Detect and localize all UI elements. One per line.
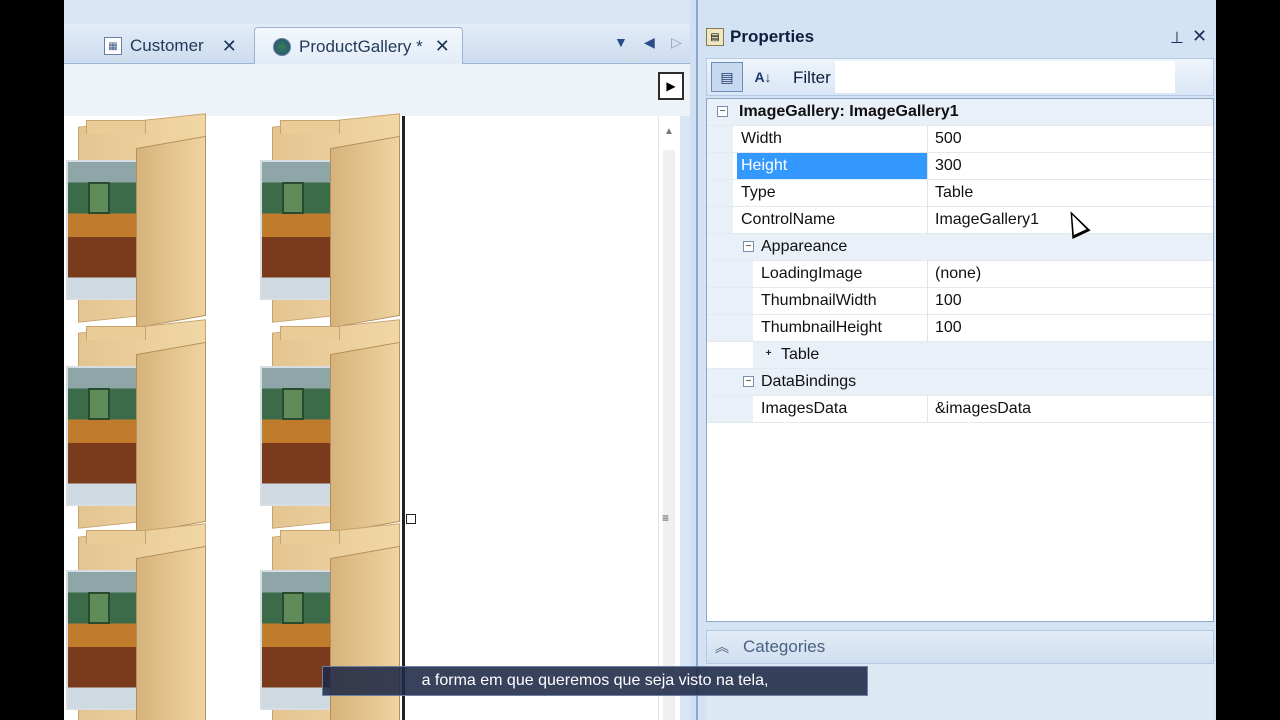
property-value[interactable]: (none) <box>935 265 981 283</box>
object-header-label: ImageGallery: ImageGallery1 <box>739 103 959 120</box>
property-name: Type <box>741 184 776 201</box>
properties-toolbar: ▤ A↓ Filter <box>706 58 1214 96</box>
form-editor: ▦ Customer ✕ ProductGallery * ✕ ▼ ◀ ▷ ▶ <box>64 0 690 720</box>
tab-label: Customer <box>130 36 204 55</box>
panel-title: Properties <box>730 27 815 46</box>
category-label: Appareance <box>761 238 848 255</box>
property-grid: − ImageGallery: ImageGallery1 Width 500 … <box>706 98 1214 622</box>
property-value[interactable]: 300 <box>935 157 962 175</box>
tab-scroll-left-icon[interactable]: ◀ <box>644 34 655 51</box>
property-row-width[interactable]: Width 500 <box>707 126 1213 153</box>
categorized-view-button[interactable]: ▤ <box>711 62 743 92</box>
subtitle-caption: a forma em que queremos que seja visto n… <box>322 666 868 696</box>
close-icon[interactable]: ✕ <box>435 36 450 57</box>
property-row-imagesdata[interactable]: ImagesData &imagesData <box>707 396 1213 423</box>
image-gallery-control-border[interactable] <box>402 116 405 720</box>
scroll-grip-icon[interactable]: ≡ <box>662 511 669 525</box>
property-value[interactable]: 500 <box>935 130 962 148</box>
tab-scroll-right-icon[interactable]: ▷ <box>671 34 682 51</box>
gallery-thumbnail[interactable] <box>66 319 206 535</box>
categories-label: Categories <box>743 637 826 656</box>
close-icon[interactable]: ✕ <box>222 36 237 57</box>
resize-handle[interactable] <box>406 514 416 524</box>
category-label: DataBindings <box>761 373 857 390</box>
property-row-controlname[interactable]: ControlName ImageGallery1 <box>707 207 1213 234</box>
property-row-height[interactable]: Height 300 <box>707 153 1213 180</box>
category-row-databindings[interactable]: − DataBindings <box>707 369 1213 396</box>
category-label: Table <box>781 346 820 363</box>
chevron-up-icon: ︽ <box>715 639 729 655</box>
scrollbar-track[interactable] <box>663 150 675 720</box>
collapse-icon[interactable]: − <box>717 106 728 117</box>
property-name: ThumbnailWidth <box>761 292 877 309</box>
collapse-icon[interactable]: − <box>743 376 754 387</box>
property-row-thumbnailheight[interactable]: ThumbnailHeight 100 <box>707 315 1213 342</box>
collapse-icon[interactable]: − <box>743 241 754 252</box>
object-header-row[interactable]: − ImageGallery: ImageGallery1 <box>707 99 1213 126</box>
expand-icon[interactable]: + <box>763 349 774 360</box>
web-form-icon <box>273 37 291 56</box>
gallery-thumbnail[interactable] <box>260 319 400 535</box>
properties-icon: ▤ <box>706 28 724 46</box>
tab-customer[interactable]: ▦ Customer ✕ <box>94 28 247 64</box>
gallery-thumbnail[interactable] <box>66 113 206 329</box>
category-row-table[interactable]: + Table <box>707 342 1213 369</box>
property-name: Width <box>741 130 782 147</box>
property-value[interactable]: ImageGallery1 <box>935 211 1039 229</box>
editor-toolbar <box>64 64 690 116</box>
property-row-thumbnailwidth[interactable]: ThumbnailWidth 100 <box>707 288 1213 315</box>
tab-label: ProductGallery * <box>299 36 423 56</box>
expand-panel-button[interactable]: ▶ <box>658 72 684 100</box>
categories-bar[interactable]: ︽ Categories <box>706 630 1214 664</box>
category-row-appearance[interactable]: − Appareance <box>707 234 1213 261</box>
alphabetical-sort-button[interactable]: A↓ <box>747 62 779 92</box>
screen: ▦ Customer ✕ ProductGallery * ✕ ▼ ◀ ▷ ▶ <box>64 0 1216 720</box>
gallery-thumbnail[interactable] <box>260 113 400 329</box>
property-value[interactable]: &imagesData <box>935 400 1031 418</box>
tab-list-dropdown-icon[interactable]: ▼ <box>614 34 628 50</box>
property-name: ControlName <box>741 211 836 228</box>
scroll-up-icon[interactable]: ▲ <box>664 126 674 137</box>
gallery-thumbnail[interactable] <box>66 523 206 720</box>
property-row-loadingimage[interactable]: LoadingImage (none) <box>707 261 1213 288</box>
property-name: LoadingImage <box>761 265 863 282</box>
property-name: ImagesData <box>761 400 848 417</box>
property-value[interactable]: Table <box>935 184 973 202</box>
table-icon: ▦ <box>104 37 122 55</box>
property-name: Height <box>741 157 788 174</box>
properties-header: ▤ Properties ⊥ ✕ <box>698 22 1216 52</box>
vertical-scrollbar[interactable]: ▲ ≡ <box>658 116 680 720</box>
filter-input[interactable] <box>835 61 1175 93</box>
property-row-type[interactable]: Type Table <box>707 180 1213 207</box>
properties-panel: ▤ Properties ⊥ ✕ ▤ A↓ Filter − ImageGall… <box>696 0 1216 720</box>
close-icon[interactable]: ✕ <box>1192 26 1207 47</box>
document-tabstrip: ▦ Customer ✕ ProductGallery * ✕ ▼ ◀ ▷ <box>64 24 690 65</box>
design-canvas[interactable] <box>64 113 658 720</box>
property-name: ThumbnailHeight <box>761 319 882 336</box>
tab-productgallery[interactable]: ProductGallery * ✕ <box>254 27 463 65</box>
property-value[interactable]: 100 <box>935 292 962 310</box>
property-value[interactable]: 100 <box>935 319 962 337</box>
filter-label: Filter <box>793 68 831 87</box>
pin-icon[interactable]: ⊥ <box>1170 28 1184 48</box>
